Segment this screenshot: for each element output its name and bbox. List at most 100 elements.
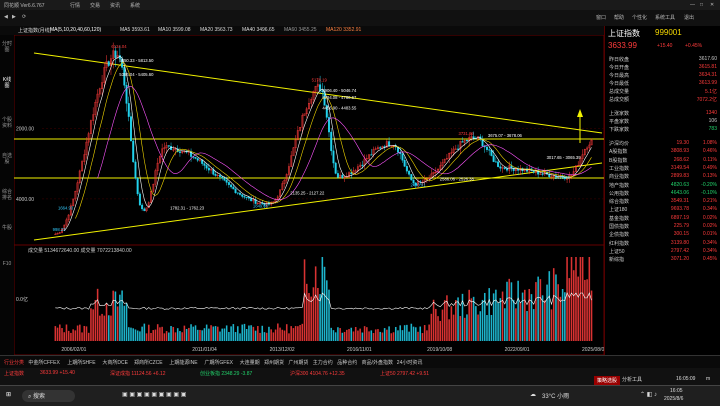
market-tab[interactable]: 上期能源INE: [169, 359, 197, 366]
candle-body: [494, 161, 497, 163]
volume-bar: [350, 327, 353, 341]
candle-body: [361, 164, 364, 166]
volume-bar: [107, 315, 110, 341]
volume-bar: [261, 325, 264, 341]
volume-bar: [357, 330, 359, 341]
index-row[interactable]: 上证50 2797.42 0.34%: [607, 248, 719, 256]
index-row[interactable]: 公用指数 4643.06 -0.10%: [607, 190, 719, 198]
menu-quote[interactable]: 行情: [70, 2, 80, 9]
index-row[interactable]: A股指数 3808.93 0.46%: [607, 148, 719, 156]
market-tab[interactable]: 郑州期货: [264, 359, 284, 366]
volume-bar: [441, 309, 444, 341]
index-row[interactable]: 上证180 9693.78 0.34%: [607, 206, 719, 214]
volume-bar: [510, 282, 513, 341]
topbar-personalize[interactable]: 个性化: [632, 14, 647, 21]
volume-bar: [92, 309, 94, 341]
menu-trade[interactable]: 交易: [90, 2, 100, 9]
market-tab[interactable]: 广期所GFEX: [204, 359, 233, 366]
index-row[interactable]: 新综指 3071.20 0.45%: [607, 256, 719, 264]
close-icon[interactable]: ✕: [710, 2, 714, 8]
market-tab[interactable]: 上期所SHFE: [67, 359, 95, 366]
menu-news[interactable]: 资讯: [110, 2, 120, 9]
index-row[interactable]: 商业指数 2899.83 0.13%: [607, 173, 719, 181]
price-annotation: 3017.65 - 3065.39: [547, 155, 582, 160]
candle-body: [207, 167, 210, 171]
volume-bar: [450, 306, 453, 341]
left-tab-ranking[interactable]: 综合排名: [1, 189, 13, 201]
taskbar-search[interactable]: ⌕ 搜索: [22, 390, 76, 402]
market-tab[interactable]: 行业分类: [4, 359, 24, 366]
menu-system[interactable]: 系统: [130, 2, 140, 9]
volume-bar: [292, 328, 295, 341]
index-row[interactable]: 地产指数 4820.63 -0.20%: [607, 182, 719, 190]
market-tab[interactable]: 品种合约: [337, 359, 357, 366]
windows-start-icon[interactable]: ⊞: [6, 391, 11, 398]
volume-bar: [270, 329, 272, 341]
x-tick-label: 2006/02/01: [61, 347, 86, 353]
index-row[interactable]: 沪深均价 19.30 1.08%: [607, 140, 719, 148]
market-tab[interactable]: 大连量期: [240, 359, 260, 366]
strategy-button[interactable]: 策略选股: [594, 376, 621, 385]
stat-row: 下跌家数 783: [607, 126, 719, 134]
left-tab-watchlist[interactable]: 自选股: [1, 153, 13, 165]
topbar-help[interactable]: 帮助: [614, 14, 624, 21]
index-row-value: 225.79: [673, 223, 689, 229]
taskbar-app-icons[interactable]: ▣ ▣ ▣ ▣ ▣ ▣ ▣ ▣ ▣: [122, 391, 186, 398]
ticker-item[interactable]: 创业板指 2348.29 -3.87: [200, 370, 252, 377]
volume-bar: [548, 271, 551, 341]
left-tab-timeshare[interactable]: 分时图: [1, 41, 13, 53]
left-tab-f10[interactable]: F10: [1, 261, 13, 267]
left-tab-kline[interactable]: K线图: [1, 77, 13, 89]
index-row[interactable]: 综合指数 3549.31 0.21%: [607, 198, 719, 206]
index-row[interactable]: 国债指数 225.79 0.02%: [607, 223, 719, 231]
candlestick-chart[interactable]: 6124.04 5850.33 - 5813.50 5386.04 - 5405.6…: [14, 35, 604, 245]
volume-bar: [199, 329, 201, 341]
index-row[interactable]: 红利指数 3139.80 0.34%: [607, 240, 719, 248]
market-tab[interactable]: 广州期货: [288, 359, 308, 366]
topbar-exit[interactable]: 退出: [684, 14, 694, 21]
volume-bar: [241, 324, 244, 341]
left-tab-bull[interactable]: 牛股: [1, 225, 13, 231]
ticker-item[interactable]: 3633.99 +15.40: [40, 370, 75, 376]
stat-row: 总成交量 5.1亿: [607, 88, 719, 96]
left-tab-profile[interactable]: 个股资料: [1, 117, 13, 129]
market-tab[interactable]: 大商所DCE: [102, 359, 128, 366]
ticker-item[interactable]: 上证指数: [4, 370, 24, 377]
volume-bar: [363, 326, 366, 341]
market-tab[interactable]: 中金所CFFEX: [28, 359, 59, 366]
market-tab[interactable]: 24小时资讯: [397, 359, 423, 366]
analysis-tools-button[interactable]: 分析工具: [622, 376, 642, 383]
volume-chart[interactable]: 成交量 5134672640.00 成交量 7072213840.00 0.0亿…: [14, 245, 604, 355]
forward-icon[interactable]: ▶: [12, 14, 16, 20]
market-tab[interactable]: 主力合约: [313, 359, 333, 366]
index-row[interactable]: B股指数 268.62 0.11%: [607, 157, 719, 165]
index-row-label: 沪深均价: [609, 141, 630, 147]
market-tab[interactable]: 郑商所CZCE: [134, 359, 163, 366]
refresh-icon[interactable]: ⟳: [22, 14, 26, 20]
volume-bar: [99, 315, 101, 341]
index-row[interactable]: 基金指数 6897.19 0.02%: [607, 215, 719, 223]
volume-bar: [283, 330, 286, 341]
ticker-item[interactable]: 深证成指 11124.56 +6.12: [110, 370, 166, 377]
minimize-icon[interactable]: —: [690, 2, 695, 8]
weather-text[interactable]: 33°C 小雨: [542, 391, 569, 400]
volume-bar: [495, 289, 497, 341]
ticker-item[interactable]: 沪深300 4104.76 +12.35: [290, 370, 345, 377]
weather-icon[interactable]: ☁: [530, 391, 536, 398]
index-row[interactable]: 工业指数 3149.54 0.49%: [607, 165, 719, 173]
price-annotation: 4456.90 - 4483.55: [322, 105, 357, 110]
topbar-window[interactable]: 窗口: [596, 14, 606, 21]
index-row[interactable]: 企债指数 300.15 0.01%: [607, 231, 719, 239]
tray-icons[interactable]: ⌃ ◧ ♪: [640, 391, 657, 398]
volume-bar: [216, 326, 219, 341]
chart-legend-title: 上证指数(月线): [18, 28, 52, 34]
market-tab[interactable]: 商品/外盘指数: [362, 359, 393, 366]
volume-bar: [519, 302, 522, 341]
price-annotation: 2440.91: [410, 182, 426, 187]
back-icon[interactable]: ◀: [4, 14, 8, 20]
volume-bar: [299, 325, 301, 341]
topbar-tools[interactable]: 系统工具: [655, 14, 675, 21]
maximize-icon[interactable]: □: [700, 2, 703, 8]
ticker-item[interactable]: 上证50 2797.42 +9.51: [380, 370, 429, 377]
candle-body: [134, 161, 137, 179]
